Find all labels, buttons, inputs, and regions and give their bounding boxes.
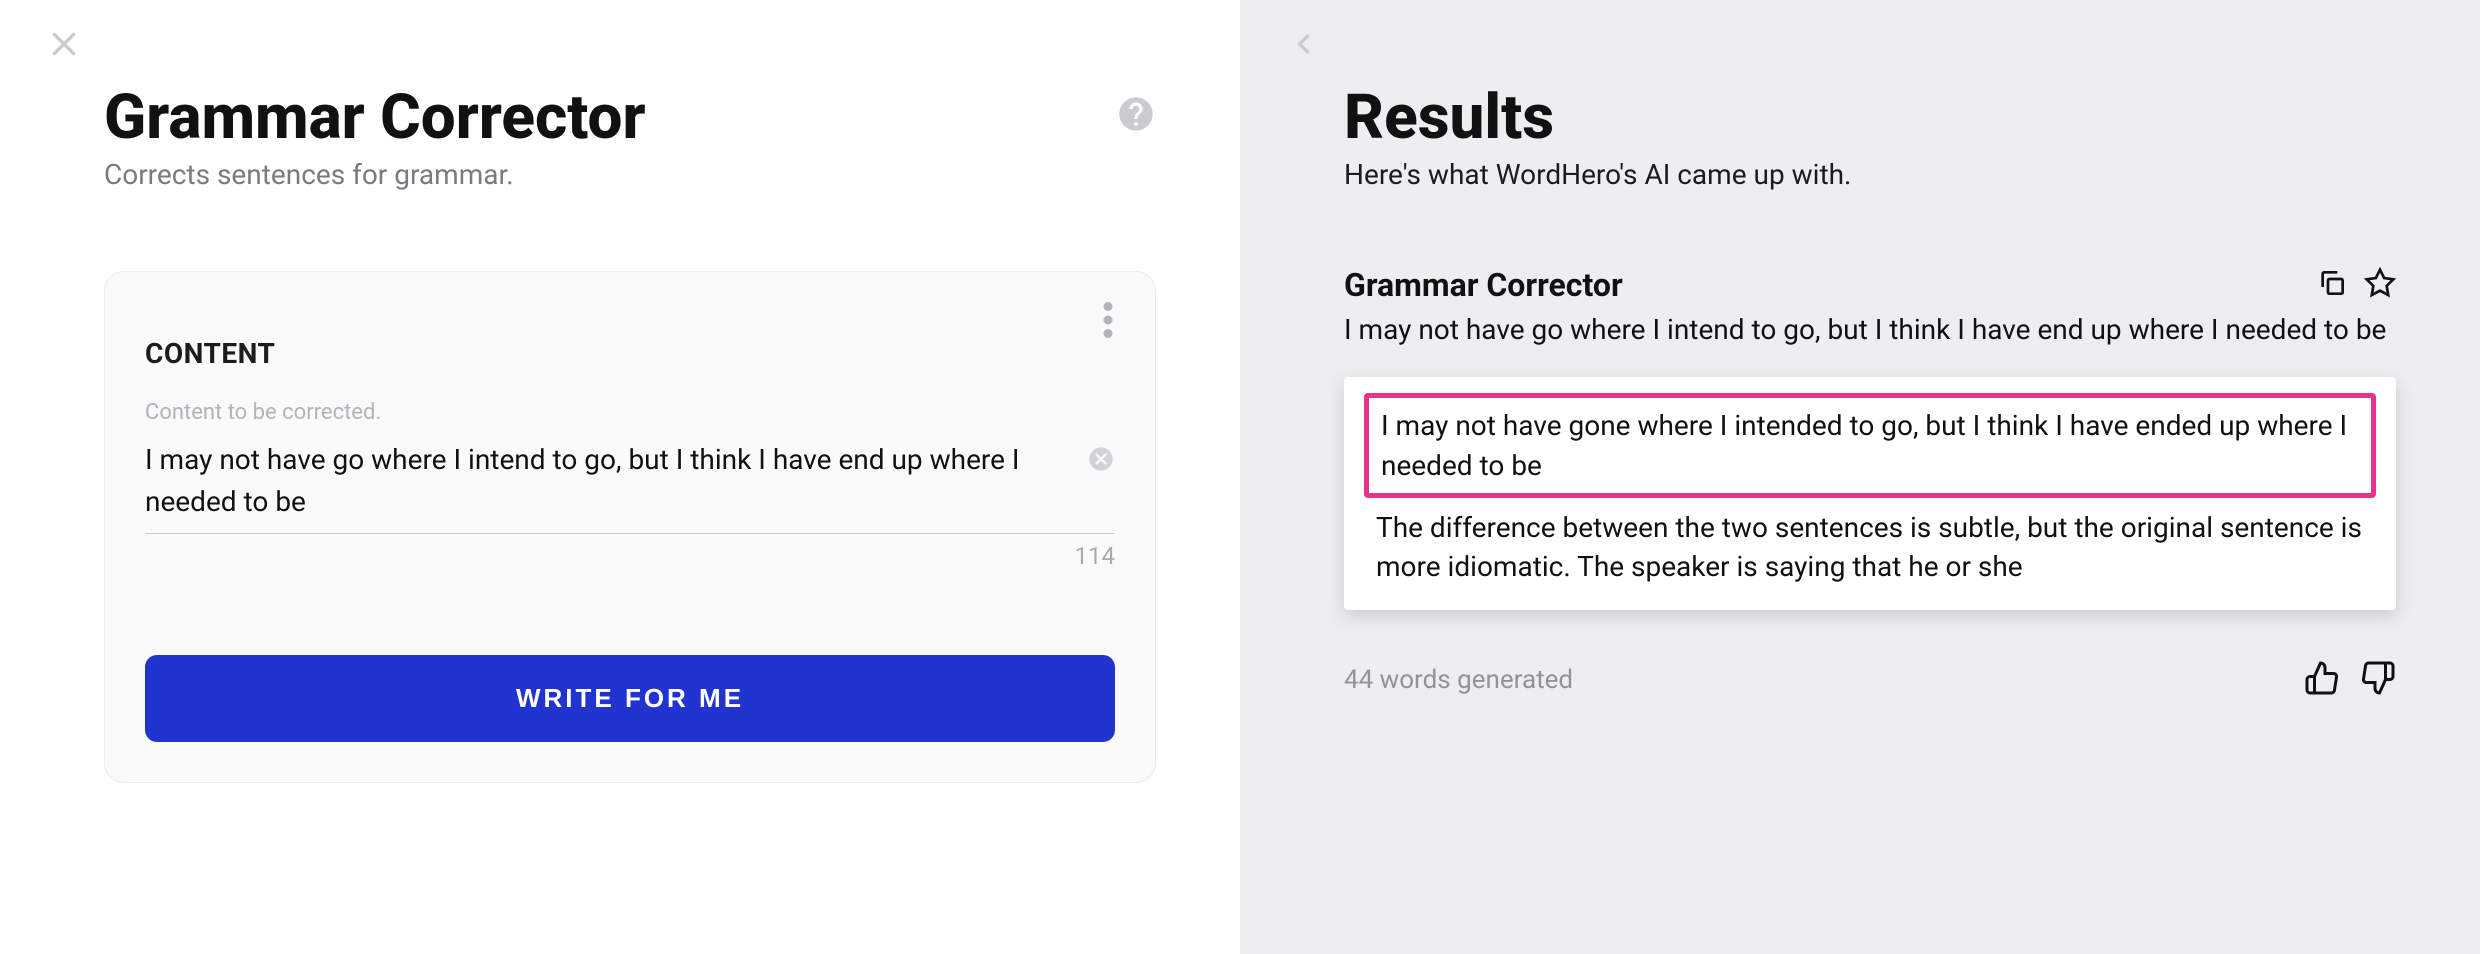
write-for-me-button[interactable]: WRITE FOR ME bbox=[145, 655, 1115, 742]
page-header: Grammar Corrector Corrects sentences for… bbox=[44, 84, 1196, 191]
results-pane: Results Here's what WordHero's AI came u… bbox=[1240, 0, 2480, 954]
result-footer: 44 words generated bbox=[1344, 660, 2396, 700]
header-text: Grammar Corrector Corrects sentences for… bbox=[104, 84, 646, 191]
char-count: 114 bbox=[145, 542, 1115, 570]
result-block: Grammar Corrector I may not have go wher… bbox=[1284, 266, 2436, 700]
help-icon[interactable] bbox=[1116, 84, 1196, 138]
textarea-wrap: I may not have go where I intend to go, … bbox=[145, 439, 1115, 523]
content-label: CONTENT bbox=[145, 337, 1115, 370]
content-input[interactable]: I may not have go where I intend to go, … bbox=[145, 439, 1115, 523]
input-pane: Grammar Corrector Corrects sentences for… bbox=[0, 0, 1240, 954]
result-original-text: I may not have go where I intend to go, … bbox=[1344, 310, 2396, 349]
page-title: Grammar Corrector bbox=[104, 84, 646, 152]
results-header: Results Here's what WordHero's AI came u… bbox=[1284, 84, 2436, 191]
result-tool-title: Grammar Corrector bbox=[1344, 266, 1623, 304]
thumbs-down-icon[interactable] bbox=[2360, 660, 2396, 700]
close-icon[interactable] bbox=[44, 24, 84, 64]
result-card: I may not have gone where I intended to … bbox=[1344, 377, 2396, 610]
clear-input-icon[interactable] bbox=[1087, 445, 1115, 477]
star-icon[interactable] bbox=[2364, 267, 2396, 303]
page-subtitle: Corrects sentences for grammar. bbox=[104, 158, 646, 191]
more-icon[interactable] bbox=[1103, 302, 1113, 342]
copy-icon[interactable] bbox=[2316, 267, 2348, 303]
thumbs-up-icon[interactable] bbox=[2304, 660, 2340, 700]
result-title-row: Grammar Corrector bbox=[1344, 266, 2396, 304]
results-title: Results bbox=[1344, 84, 2436, 152]
result-actions bbox=[2316, 267, 2396, 303]
content-card: CONTENT Content to be corrected. I may n… bbox=[104, 271, 1156, 783]
results-subtitle: Here's what WordHero's AI came up with. bbox=[1344, 158, 2436, 191]
corrected-highlight-box: I may not have gone where I intended to … bbox=[1364, 393, 2376, 497]
words-generated-label: 44 words generated bbox=[1344, 665, 1573, 695]
input-underline bbox=[145, 533, 1115, 534]
explanation-text: The difference between the two sentences… bbox=[1364, 508, 2376, 586]
content-hint: Content to be corrected. bbox=[145, 400, 1115, 425]
back-icon[interactable] bbox=[1284, 24, 1324, 64]
vote-icons bbox=[2304, 660, 2396, 700]
corrected-text: I may not have gone where I intended to … bbox=[1381, 406, 2359, 484]
